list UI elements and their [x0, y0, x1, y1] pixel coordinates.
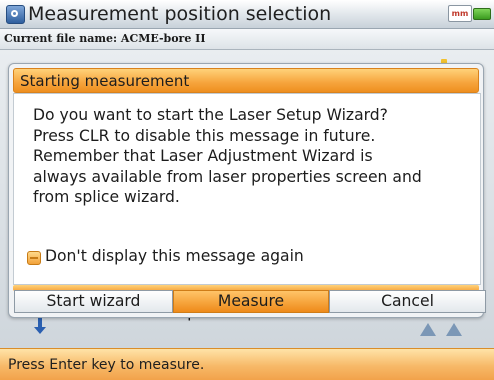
message-line: Press CLR to disable this message in fut… — [33, 126, 376, 145]
message-line: Do you want to start the Laser Setup Wiz… — [33, 106, 388, 124]
starting-measurement-dialog: Starting measurement Do you want to star… — [8, 63, 484, 318]
window-title: Measurement position selection — [28, 3, 332, 25]
title-bar: Measurement position selection mm — [0, 0, 494, 29]
battery-icon — [473, 8, 491, 20]
message-line: from splice wizard. — [33, 188, 180, 206]
dialog-title: Starting measurement — [20, 72, 190, 90]
checkbox-label[interactable]: Don't display this message again — [45, 247, 304, 265]
status-bar: Press Enter key to measure. — [0, 348, 494, 380]
message-line: always available from laser properties s… — [33, 167, 422, 186]
message-line: Remember that Laser Adjustment Wizard is — [33, 147, 373, 165]
checkbox-icon[interactable] — [27, 251, 41, 265]
measure-button[interactable]: Measure — [173, 290, 329, 313]
app-icon — [6, 5, 25, 24]
triangle-icon[interactable] — [446, 323, 462, 336]
triangle-icon[interactable] — [420, 323, 436, 336]
status-text: Press Enter key to measure. — [8, 357, 205, 373]
file-name-bar: Current file name: ACME-bore II — [0, 29, 494, 50]
cancel-button[interactable]: Cancel — [329, 290, 486, 313]
unit-badge[interactable]: mm — [448, 5, 472, 22]
dialog-message: Do you want to start the Laser Setup Wiz… — [33, 105, 478, 208]
start-wizard-button[interactable]: Start wizard — [14, 290, 173, 313]
file-name: Current file name: ACME-bore II — [4, 32, 206, 45]
dialog-button-row: Start wizard Measure Cancel — [14, 290, 486, 313]
dialog-header: Starting measurement — [13, 68, 479, 93]
